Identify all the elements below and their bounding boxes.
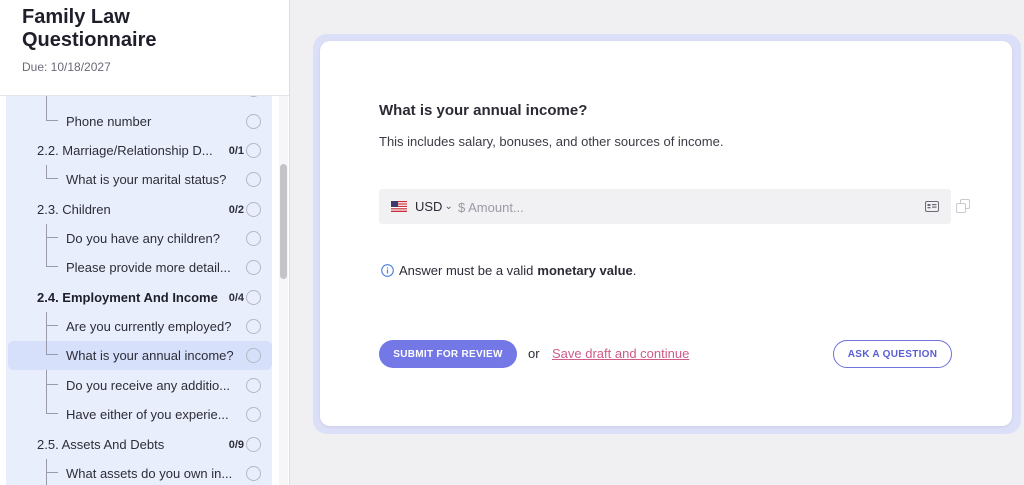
- scrollbar-thumb[interactable]: [280, 164, 287, 279]
- sidebar-item-label: 2.5. Assets And Debts: [37, 437, 165, 452]
- status-circle-icon: [246, 437, 261, 452]
- sidebar-item-experienced[interactable]: Have either of you experie...: [6, 400, 272, 429]
- sidebar-question-list: Phone number 2.2. Marriage/Relationship …: [6, 96, 272, 485]
- list-item-hidden[interactable]: [6, 96, 272, 104]
- ask-question-button[interactable]: ASK A QUESTION: [833, 340, 952, 368]
- question-title: What is your annual income?: [379, 102, 588, 119]
- chevron-down-icon: ⌄: [444, 201, 453, 212]
- amount-input[interactable]: [458, 197, 898, 217]
- status-circle-icon: [246, 202, 261, 217]
- status-circle-icon: [246, 348, 261, 363]
- status-circle-icon: [246, 378, 261, 393]
- tree-connector: [46, 341, 58, 355]
- progress-count: 0/2: [228, 203, 244, 216]
- sidebar-item-label: Have either of you experie...: [66, 407, 229, 422]
- amount-field: USD ⌄: [379, 189, 951, 224]
- tree-connector: [46, 371, 58, 385]
- status-circle-icon: [246, 290, 261, 305]
- hint-text: Answer must be a valid: [399, 263, 534, 278]
- save-draft-link[interactable]: Save draft and continue: [552, 346, 689, 361]
- copy-icon[interactable]: [956, 199, 970, 213]
- sidebar-item-label: Do you have any children?: [66, 231, 220, 246]
- hint-emphasis: monetary value: [537, 263, 633, 278]
- sidebar-item-label: What is your marital status?: [66, 172, 227, 187]
- sidebar-header: Family Law Questionnaire Due: 10/18/2027: [0, 0, 289, 96]
- status-circle-icon: [246, 231, 261, 246]
- status-circle-icon: [246, 114, 261, 129]
- sidebar-section-marriage[interactable]: 2.2. Marriage/Relationship D... 0/1: [6, 136, 272, 165]
- sidebar-item-any-children[interactable]: Do you have any children?: [6, 224, 272, 253]
- sidebar-item-children-details[interactable]: Please provide more detail...: [6, 253, 272, 282]
- status-circle-icon: [246, 96, 261, 97]
- sidebar-item-label: Are you currently employed?: [66, 319, 232, 334]
- us-flag-icon: [391, 201, 407, 212]
- currency-label: USD: [415, 199, 443, 214]
- sidebar-item-assets-owned[interactable]: What assets do you own in...: [6, 459, 272, 485]
- currency-select[interactable]: USD ⌄: [415, 199, 453, 214]
- sidebar-item-label: Please provide more detail...: [66, 260, 231, 275]
- progress-count: 0/1: [228, 144, 244, 157]
- progress-count: 0/9: [228, 438, 244, 451]
- tree-connector: [46, 107, 58, 121]
- sidebar-item-annual-income[interactable]: What is your annual income?: [8, 341, 272, 370]
- sidebar-scrollbar[interactable]: [279, 96, 288, 485]
- tree-connector: [46, 312, 58, 326]
- sidebar-item-label: Do you receive any additio...: [66, 378, 231, 393]
- info-icon: [381, 264, 394, 277]
- due-date: Due: 10/18/2027: [22, 60, 111, 74]
- tree-connector: [46, 253, 58, 267]
- status-circle-icon: [246, 466, 261, 481]
- tree-connector: [46, 400, 58, 414]
- sidebar-section-assets[interactable]: 2.5. Assets And Debts 0/9: [6, 430, 272, 459]
- progress-count: 0/4: [228, 291, 244, 304]
- questionnaire-title: Family Law Questionnaire: [22, 6, 157, 51]
- question-card: What is your annual income? This include…: [320, 41, 1012, 426]
- sidebar-item-label: 2.3. Children: [37, 202, 111, 217]
- status-circle-icon: [246, 172, 261, 187]
- id-card-icon[interactable]: [925, 201, 939, 212]
- sidebar-item-label: What assets do you own in...: [66, 466, 233, 481]
- sidebar-section-children[interactable]: 2.3. Children 0/2: [6, 195, 272, 224]
- sidebar-item-label: 2.4. Employment And Income: [37, 290, 218, 305]
- sidebar-item-label: Phone number: [66, 114, 152, 129]
- hint-suffix: .: [632, 263, 637, 278]
- sidebar-section-employment[interactable]: 2.4. Employment And Income 0/4: [6, 283, 272, 312]
- sidebar-item-phone-number[interactable]: Phone number: [6, 107, 272, 136]
- submit-for-review-button[interactable]: SUBMIT FOR REVIEW: [379, 340, 517, 368]
- sidebar-item-label: What is your annual income?: [66, 348, 234, 363]
- tree-connector: [46, 224, 58, 238]
- question-description: This includes salary, bonuses, and other…: [379, 134, 724, 149]
- sidebar-item-marital-status[interactable]: What is your marital status?: [6, 165, 272, 194]
- sidebar-item-currently-employed[interactable]: Are you currently employed?: [6, 312, 272, 341]
- validation-hint: Answer must be a valid monetary value .: [381, 263, 636, 278]
- tree-connector: [46, 459, 58, 473]
- or-text: or: [528, 346, 540, 361]
- tree-connector: [46, 165, 58, 179]
- status-circle-icon: [246, 143, 261, 158]
- sidebar-item-additional-income[interactable]: Do you receive any additio...: [6, 371, 272, 400]
- sidebar-item-label: 2.2. Marriage/Relationship D...: [37, 143, 213, 158]
- status-circle-icon: [246, 260, 261, 275]
- status-circle-icon: [246, 319, 261, 334]
- status-circle-icon: [246, 407, 261, 422]
